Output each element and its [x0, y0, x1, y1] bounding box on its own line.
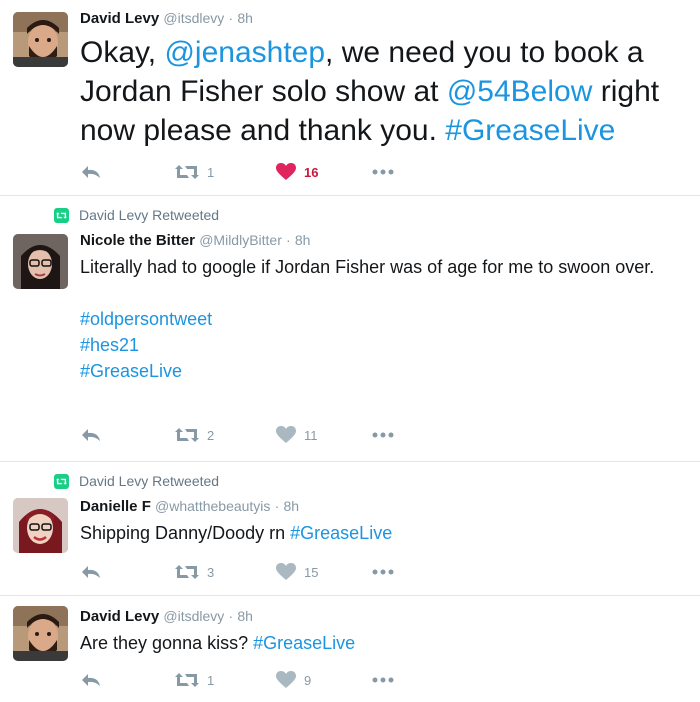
reply-button[interactable]: [80, 561, 102, 583]
tweet-text-segment: Okay,: [80, 36, 165, 69]
retweet-button[interactable]: 1: [175, 669, 214, 691]
more-icon: [372, 677, 394, 683]
more-button[interactable]: [372, 561, 394, 583]
reply-button[interactable]: [80, 424, 102, 446]
retweet-count: 1: [207, 672, 215, 688]
retweet-context-label[interactable]: David Levy Retweeted: [79, 207, 219, 223]
woman-red-hair-avatar-icon: [13, 498, 68, 553]
tweet-text: Are they gonna kiss? #GreaseLive: [80, 630, 692, 656]
hashtag-link[interactable]: #GreaseLive: [290, 523, 392, 543]
reply-icon: [82, 566, 100, 578]
avatar[interactable]: [13, 234, 68, 289]
tweet-actions: 2 11: [80, 424, 410, 446]
retweet-count: 3: [207, 564, 215, 580]
separator-dot: ·: [286, 232, 291, 248]
retweet-context: David Levy Retweeted: [54, 472, 219, 490]
retweet-icon: [175, 673, 199, 687]
bearded-man-avatar-icon: [13, 606, 68, 661]
author-name[interactable]: Nicole the Bitter: [80, 232, 195, 249]
tweet-actions: 1 16: [80, 161, 410, 183]
separator-dot: ·: [274, 498, 280, 514]
timestamp[interactable]: 8h: [237, 10, 253, 26]
tweet-text-line: Literally had to google if Jordan Fisher…: [80, 257, 655, 277]
retweet-count: 1: [207, 164, 215, 180]
retweet-context: David Levy Retweeted: [54, 206, 219, 224]
timestamp[interactable]: 8h: [237, 608, 253, 624]
hashtag-link[interactable]: #GreaseLive: [253, 633, 355, 653]
author-name[interactable]: Danielle F: [80, 498, 151, 515]
more-icon: [372, 169, 394, 175]
separator-dot: ·: [228, 608, 234, 624]
retweet-context-label[interactable]: David Levy Retweeted: [79, 473, 219, 489]
tweet-text: Literally had to google if Jordan Fisher…: [80, 254, 670, 384]
mention-link[interactable]: @54Below: [447, 75, 593, 108]
heart-icon: [276, 563, 296, 580]
avatar[interactable]: [13, 12, 68, 67]
like-button[interactable]: 15: [276, 561, 318, 583]
like-button[interactable]: 11: [276, 424, 318, 446]
timestamp[interactable]: 8h: [283, 498, 299, 514]
separator-dot: ·: [228, 10, 234, 26]
bearded-man-avatar-icon: [13, 12, 68, 67]
tweet[interactable]: David Levy Retweeted Danielle F @whatthe…: [0, 462, 700, 596]
retweet-icon: [175, 428, 199, 442]
reply-icon: [82, 674, 100, 686]
timestamp[interactable]: 8h: [295, 232, 311, 248]
tweet-text: Shipping Danny/Doody rn #GreaseLive: [80, 520, 692, 546]
hashtag-link[interactable]: #GreaseLive: [445, 114, 615, 147]
mention-link[interactable]: @jenashtep: [164, 36, 325, 69]
tweet[interactable]: David Levy @itsdlevy · 8h Okay, @jenasht…: [0, 0, 700, 196]
more-button[interactable]: [372, 424, 394, 446]
hashtag-link[interactable]: #GreaseLive: [80, 358, 670, 384]
more-icon: [372, 432, 394, 438]
retweet-button[interactable]: 2: [175, 424, 214, 446]
heart-icon: [276, 671, 296, 688]
like-count: 11: [304, 427, 318, 443]
like-count: 16: [304, 164, 319, 180]
heart-icon: [276, 426, 296, 443]
heart-icon: [276, 163, 296, 180]
reply-icon: [82, 429, 100, 441]
hashtag-link[interactable]: #hes21: [80, 332, 670, 358]
retweet-badge-icon: [54, 473, 69, 489]
reply-button[interactable]: [80, 161, 102, 183]
avatar[interactable]: [13, 606, 68, 661]
tweet-actions: 3 15: [80, 561, 410, 583]
hashtag-link[interactable]: #oldpersontweet: [80, 306, 670, 332]
retweet-count: 2: [207, 427, 215, 443]
retweet-icon: [175, 165, 199, 179]
retweet-button[interactable]: 3: [175, 561, 214, 583]
retweet-button[interactable]: 1: [175, 161, 214, 183]
tweet-text-segment: Shipping Danny/Doody rn: [80, 523, 291, 543]
author-handle[interactable]: @MildlyBitter: [199, 232, 282, 248]
tweet-actions: 1 9: [80, 669, 410, 691]
woman-glasses-avatar-icon: [13, 234, 68, 289]
retweet-badge-icon: [54, 207, 69, 223]
reply-button[interactable]: [80, 669, 102, 691]
like-button[interactable]: 16: [276, 161, 318, 183]
author-name[interactable]: David Levy: [80, 10, 159, 27]
author-name[interactable]: David Levy: [80, 608, 159, 625]
like-count: 9: [304, 672, 312, 688]
like-count: 15: [304, 564, 319, 580]
more-button[interactable]: [372, 669, 394, 691]
like-button[interactable]: 9: [276, 669, 311, 691]
author-handle[interactable]: @whatthebeautyis: [155, 498, 270, 514]
more-button[interactable]: [372, 161, 394, 183]
author-handle[interactable]: @itsdlevy: [163, 608, 224, 624]
tweet[interactable]: David Levy Retweeted Nicole the Bitter @…: [0, 196, 700, 462]
tweet[interactable]: David Levy @itsdlevy · 8h Are they gonna…: [0, 596, 700, 702]
retweet-icon: [175, 565, 199, 579]
tweet-text: Okay, @jenashtep, we need you to book a …: [80, 33, 692, 150]
more-icon: [372, 569, 394, 575]
avatar[interactable]: [13, 498, 68, 553]
author-handle[interactable]: @itsdlevy: [163, 10, 224, 26]
tweet-text-segment: Are they gonna kiss?: [80, 633, 254, 653]
reply-icon: [82, 166, 100, 178]
